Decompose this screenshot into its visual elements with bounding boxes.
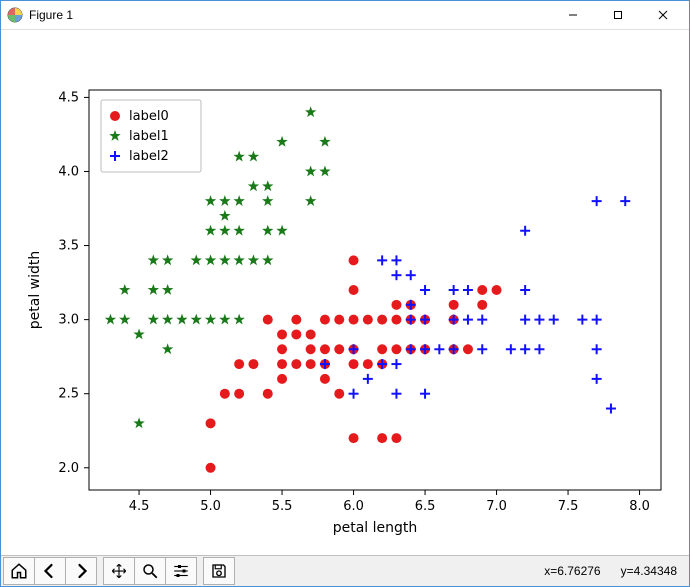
configure-subplots-button[interactable] bbox=[165, 557, 197, 585]
home-button[interactable] bbox=[3, 557, 35, 585]
zoom-button[interactable] bbox=[134, 557, 166, 585]
cursor-coords: x=6.76276 y=4.34348 bbox=[544, 564, 677, 578]
svg-text:2.5: 2.5 bbox=[58, 387, 79, 402]
svg-text:4.5: 4.5 bbox=[129, 499, 150, 514]
svg-text:petal length: petal length bbox=[333, 520, 418, 536]
svg-text:label0: label0 bbox=[129, 109, 169, 124]
back-button[interactable] bbox=[34, 557, 66, 585]
close-button[interactable] bbox=[640, 1, 685, 29]
svg-text:5.5: 5.5 bbox=[272, 499, 293, 514]
svg-text:7.0: 7.0 bbox=[486, 499, 507, 514]
svg-text:6.0: 6.0 bbox=[343, 499, 364, 514]
svg-text:7.5: 7.5 bbox=[558, 499, 579, 514]
maximize-button[interactable] bbox=[595, 1, 640, 29]
save-button[interactable] bbox=[203, 557, 235, 585]
minimize-button[interactable] bbox=[550, 1, 595, 29]
window-title: Figure 1 bbox=[29, 8, 73, 22]
svg-text:4.5: 4.5 bbox=[58, 90, 79, 105]
title-bar: Figure 1 bbox=[1, 1, 689, 30]
window-frame: Figure 1 4.5 5.0 5.5 6.0 6.5 7.0 7.5 8.0 2.0 2.5 3… bbox=[0, 0, 690, 587]
scatter-plot: 4.5 5.0 5.5 6.0 6.5 7.0 7.5 8.0 2.0 2.5 3.0 3.5 4.0 4… bbox=[1, 30, 689, 555]
forward-button[interactable] bbox=[65, 557, 97, 585]
svg-text:5.0: 5.0 bbox=[200, 499, 221, 514]
svg-text:3.0: 3.0 bbox=[58, 313, 79, 328]
svg-text:3.5: 3.5 bbox=[58, 239, 79, 254]
matplotlib-toolbar: x=6.76276 y=4.34348 bbox=[1, 555, 689, 586]
svg-text:8.0: 8.0 bbox=[629, 499, 650, 514]
svg-text:label1: label1 bbox=[129, 129, 169, 144]
svg-text:label2: label2 bbox=[129, 149, 169, 164]
svg-text:4.0: 4.0 bbox=[58, 164, 79, 179]
svg-text:6.5: 6.5 bbox=[415, 499, 436, 514]
app-icon bbox=[7, 7, 23, 23]
figure-canvas[interactable]: 4.5 5.0 5.5 6.0 6.5 7.0 7.5 8.0 2.0 2.5 3.0 3.5 4.0 4… bbox=[1, 30, 689, 555]
svg-text:petal width: petal width bbox=[27, 251, 43, 330]
pan-button[interactable] bbox=[103, 557, 135, 585]
svg-text:2.0: 2.0 bbox=[58, 461, 79, 476]
